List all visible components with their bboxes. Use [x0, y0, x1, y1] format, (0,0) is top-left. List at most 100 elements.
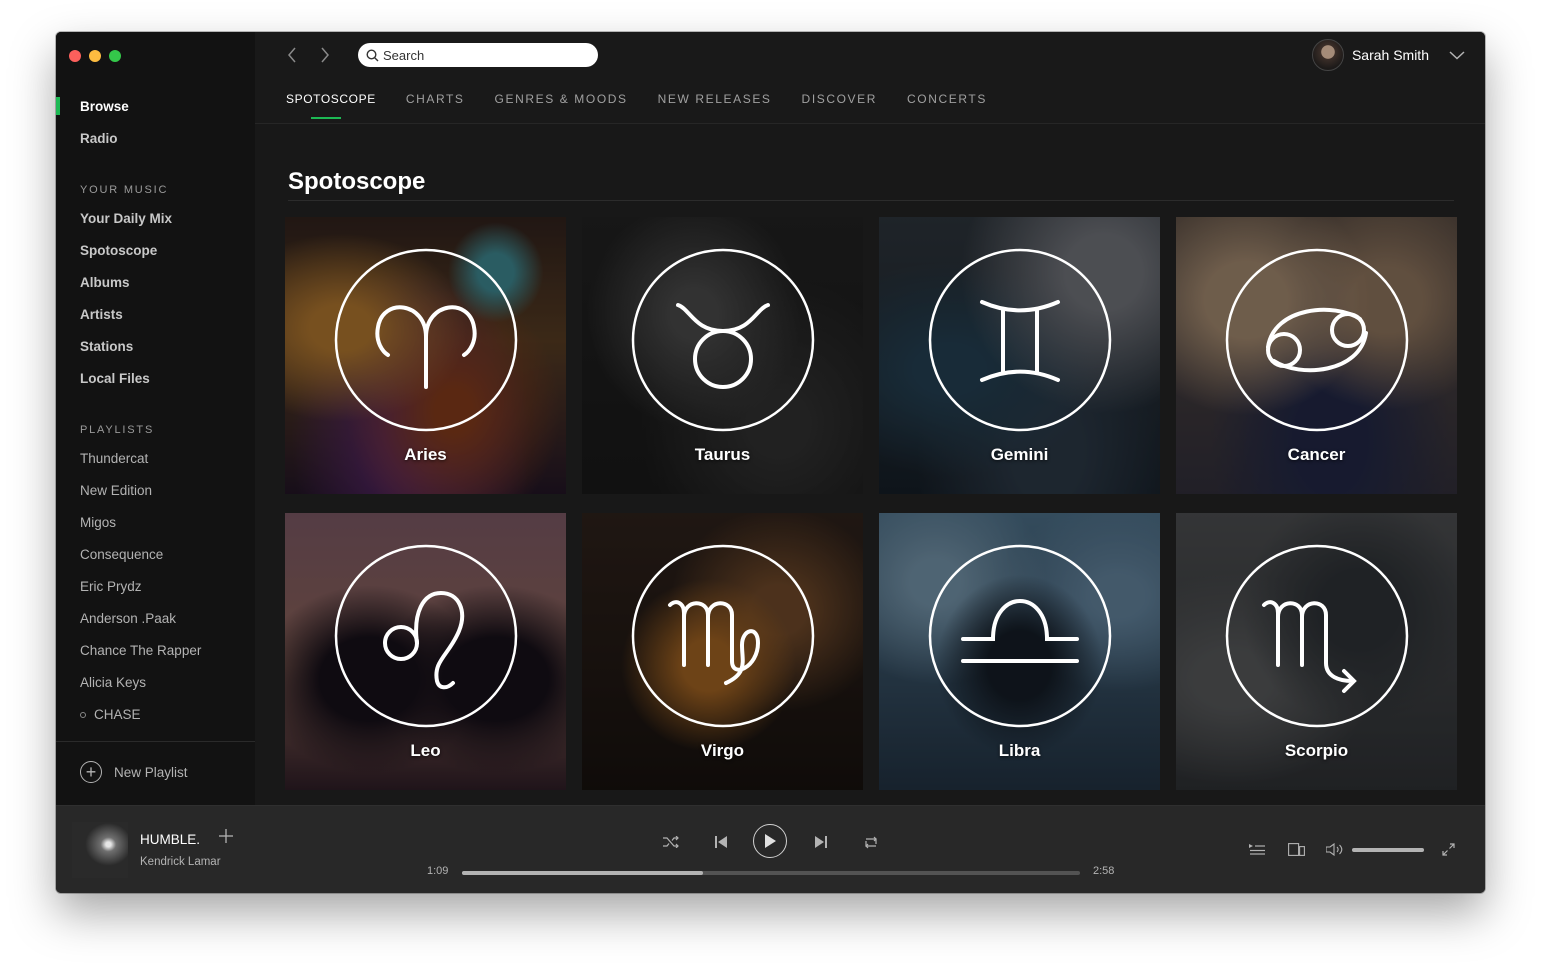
avatar[interactable]: [1311, 39, 1344, 71]
previous-button[interactable]: [707, 830, 735, 854]
playlist-item[interactable]: Anderson .Paak: [80, 611, 176, 626]
card-label: Scorpio: [1284, 741, 1349, 760]
tab-discover[interactable]: DISCOVER: [802, 92, 877, 120]
card-libra[interactable]: Libra: [879, 513, 1160, 790]
tab-spotoscope[interactable]: SPOTOSCOPE: [286, 92, 376, 120]
play-button[interactable]: [753, 824, 787, 858]
card-label: Leo: [410, 741, 441, 760]
libra-icon: [928, 544, 1112, 728]
tab-genres-moods[interactable]: GENRES & MOODS: [495, 92, 628, 120]
playlist-item[interactable]: CHASE: [80, 707, 141, 722]
repeat-icon: [865, 836, 877, 848]
player-bar: HUMBLE. Kendrick Lamar 1:09 2:58: [56, 805, 1485, 893]
sidebar-divider: [56, 741, 255, 742]
zoom-window-button[interactable]: [109, 50, 121, 62]
card-aries[interactable]: Aries: [285, 217, 566, 494]
elapsed-time: 1:09: [427, 865, 449, 877]
virgo-icon: [631, 544, 815, 728]
add-track-button[interactable]: [219, 826, 233, 849]
gemini-icon: [928, 248, 1112, 432]
play-icon: [765, 834, 776, 848]
volume-icon: [1326, 842, 1343, 856]
card-label: Gemini: [990, 445, 1049, 464]
browse-tabs: SPOTOSCOPE CHARTS GENRES & MOODS NEW REL…: [286, 92, 1017, 120]
plus-circle-icon: +: [80, 761, 102, 783]
app-window: Browse Radio YOUR MUSIC Your Daily Mix S…: [56, 32, 1485, 893]
card-label: Libra: [998, 741, 1041, 760]
new-playlist-button[interactable]: + New Playlist: [80, 761, 188, 783]
shuffle-icon: [663, 836, 679, 848]
card-label: Cancer: [1287, 445, 1346, 464]
sidebar-item-spotoscope[interactable]: Spotoscope: [80, 243, 157, 258]
repeat-button[interactable]: [857, 830, 885, 854]
close-window-button[interactable]: [69, 50, 81, 62]
volume-slider[interactable]: [1352, 848, 1424, 852]
card-label: Virgo: [700, 741, 745, 760]
sidebar: Browse Radio YOUR MUSIC Your Daily Mix S…: [56, 32, 255, 805]
your-music-heading: YOUR MUSIC: [80, 184, 169, 196]
fullscreen-button[interactable]: [1437, 840, 1459, 858]
devices-button[interactable]: [1285, 840, 1307, 858]
duration-time: 2:58: [1093, 865, 1115, 877]
card-virgo[interactable]: Virgo: [582, 513, 863, 790]
taurus-icon: [631, 248, 815, 432]
card-gemini[interactable]: Gemini: [879, 217, 1160, 494]
shuffle-button[interactable]: [657, 830, 685, 854]
leo-icon: [334, 544, 518, 728]
volume-button[interactable]: [1324, 840, 1346, 858]
chevron-down-icon[interactable]: [1449, 50, 1465, 60]
search-input[interactable]: [383, 47, 583, 63]
queue-button[interactable]: [1246, 840, 1268, 858]
playlist-item[interactable]: Alicia Keys: [80, 675, 146, 690]
user-name[interactable]: Sarah Smith: [1352, 47, 1429, 63]
user-menu[interactable]: Sarah Smith: [1311, 39, 1465, 71]
playlist-item[interactable]: New Edition: [80, 483, 152, 498]
forward-button[interactable]: [315, 44, 335, 66]
sidebar-item-browse[interactable]: Browse: [80, 99, 129, 114]
main-content: Spotoscope Aries Taurus Gemini Cancer Le…: [255, 124, 1485, 805]
track-title[interactable]: HUMBLE.: [140, 832, 200, 847]
tab-new-releases[interactable]: NEW RELEASES: [658, 92, 772, 120]
title-divider: [288, 200, 1454, 201]
track-artist[interactable]: Kendrick Lamar: [140, 856, 221, 868]
progress-fill: [462, 871, 704, 875]
devices-icon: [1287, 842, 1305, 856]
chevron-left-icon: [288, 47, 296, 63]
playlist-label: CHASE: [94, 707, 141, 722]
minimize-window-button[interactable]: [89, 50, 101, 62]
chevron-right-icon: [321, 47, 329, 63]
sidebar-item-daily-mix[interactable]: Your Daily Mix: [80, 211, 172, 226]
search-box[interactable]: [358, 43, 598, 67]
back-button[interactable]: [282, 44, 302, 66]
top-bar: Sarah Smith SPOTOSCOPE CHARTS GENRES & M…: [56, 32, 1485, 124]
sidebar-item-albums[interactable]: Albums: [80, 275, 130, 290]
cancer-icon: [1225, 248, 1409, 432]
playlist-item[interactable]: Migos: [80, 515, 116, 530]
card-label: Taurus: [694, 445, 751, 464]
progress-bar[interactable]: [462, 871, 1080, 875]
sidebar-item-artists[interactable]: Artists: [80, 307, 123, 322]
card-label: Aries: [404, 445, 447, 464]
playlist-item[interactable]: Chance The Rapper: [80, 643, 201, 658]
playlist-item[interactable]: Consequence: [80, 547, 163, 562]
playlist-item[interactable]: Thundercat: [80, 451, 148, 466]
sidebar-item-local-files[interactable]: Local Files: [80, 371, 150, 386]
card-scorpio[interactable]: Scorpio: [1176, 513, 1457, 790]
card-leo[interactable]: Leo: [285, 513, 566, 790]
album-art[interactable]: [72, 822, 128, 878]
skip-forward-icon: [815, 836, 827, 848]
card-taurus[interactable]: Taurus: [582, 217, 863, 494]
tab-charts[interactable]: CHARTS: [406, 92, 465, 120]
playlist-item[interactable]: Eric Prydz: [80, 579, 142, 594]
next-button[interactable]: [807, 830, 835, 854]
window-controls: [69, 50, 121, 62]
search-icon: [366, 48, 379, 61]
skip-back-icon: [715, 836, 727, 848]
card-cancer[interactable]: Cancer: [1176, 217, 1457, 494]
queue-icon: [1249, 844, 1265, 855]
tab-concerts[interactable]: CONCERTS: [907, 92, 987, 120]
sidebar-item-stations[interactable]: Stations: [80, 339, 133, 354]
new-playlist-label: New Playlist: [114, 764, 188, 780]
aries-icon: [334, 248, 518, 432]
sidebar-item-radio[interactable]: Radio: [80, 131, 118, 146]
